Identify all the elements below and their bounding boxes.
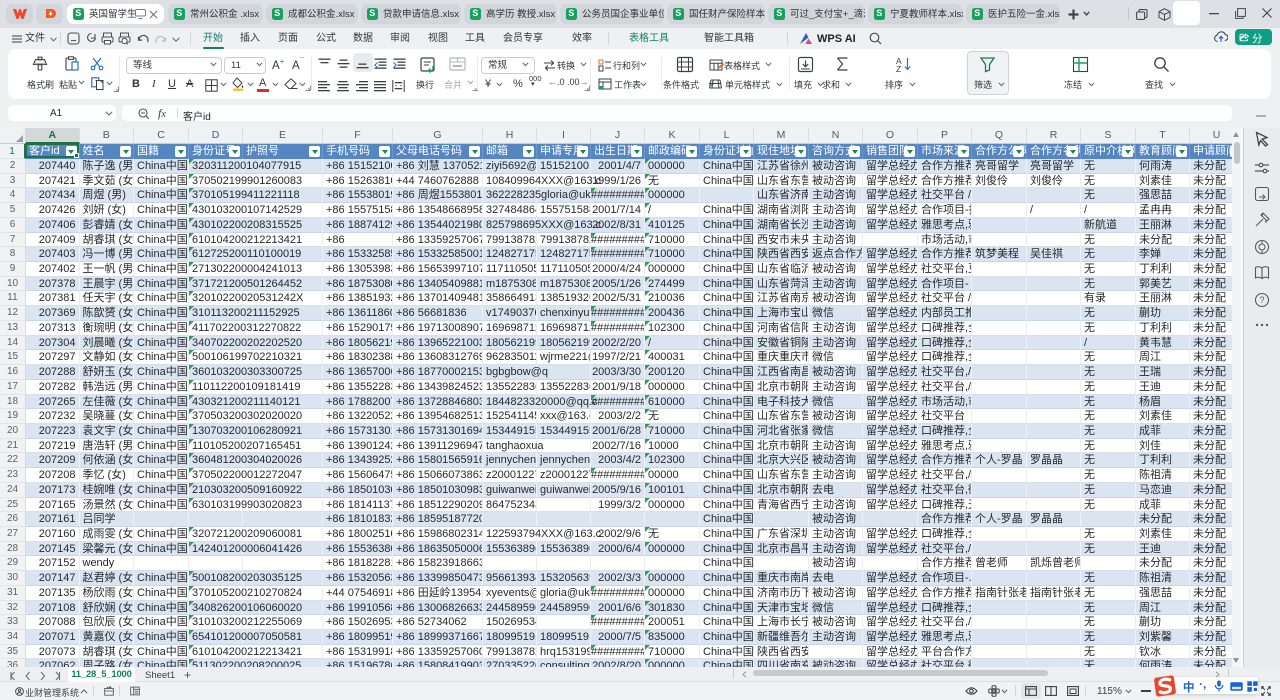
- svg-text:?: ?: [1260, 295, 1265, 305]
- svg-text:Z: Z: [896, 64, 901, 73]
